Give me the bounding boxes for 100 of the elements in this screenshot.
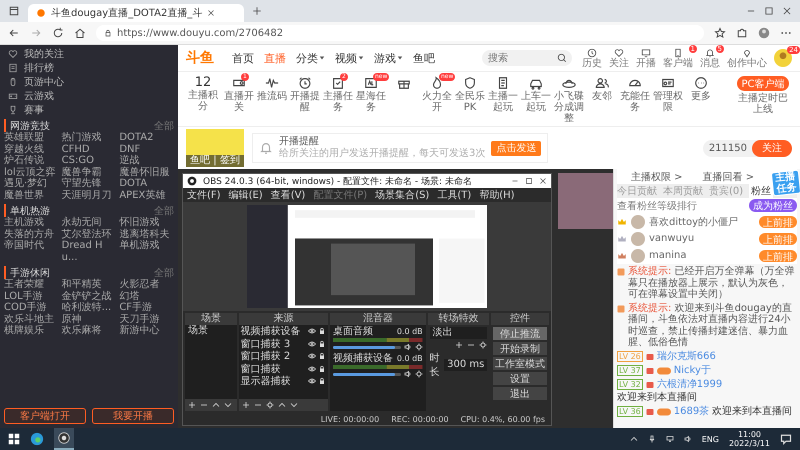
menu-item[interactable]: 工具(T) — [437, 188, 472, 202]
all-link[interactable]: 全部 — [154, 266, 174, 280]
puzzle-icon[interactable] — [736, 27, 748, 39]
tool-label[interactable]: 充能任务 — [620, 91, 650, 113]
speaker-icon[interactable] — [684, 435, 692, 443]
refresh-icon[interactable] — [52, 27, 64, 39]
obs-taskbar-item[interactable] — [54, 428, 74, 450]
category-link[interactable]: LOL手游 — [4, 290, 59, 302]
back-icon[interactable] — [8, 27, 20, 39]
tool-label[interactable]: 主播一起玩 — [488, 91, 518, 113]
browser-icon[interactable] — [30, 432, 44, 446]
chevron-down-icon[interactable] — [290, 401, 298, 409]
notification-icon[interactable] — [780, 433, 792, 445]
duration-field[interactable]: 300 ms — [444, 359, 488, 371]
alarm-clock-icon[interactable] — [298, 76, 312, 90]
category-link[interactable]: 魔兽怀旧服 — [119, 166, 174, 178]
category-link[interactable]: 帝国时代 — [4, 240, 59, 263]
tool-label[interactable]: 上车一起玩 — [520, 91, 552, 113]
category-link[interactable]: CS:GO — [62, 155, 116, 166]
start-icon[interactable] — [8, 433, 20, 445]
category-link[interactable]: lol云顶之弈 — [4, 166, 59, 178]
eye-icon[interactable] — [308, 352, 316, 360]
eye-icon[interactable] — [308, 340, 316, 348]
category-link[interactable]: 遇见·梦幻 — [4, 178, 59, 190]
control-button[interactable]: 退出 — [493, 387, 547, 400]
tool-label[interactable]: 更多 — [686, 91, 716, 102]
scene-item[interactable]: 场景 — [185, 325, 237, 337]
tool-label[interactable]: 星海任务 — [356, 91, 386, 113]
nav-link[interactable]: 首页 — [232, 50, 254, 66]
header-action[interactable]: 关注 — [609, 48, 629, 68]
browser-tab[interactable]: 斗鱼dougay直播_DOTA2直播_斗 — [28, 4, 244, 22]
sidebar-link[interactable]: 赛事 — [4, 103, 174, 116]
transition-select[interactable]: 淡出 — [430, 327, 488, 339]
header-action[interactable]: 开播 — [636, 48, 656, 68]
microphone-icon[interactable] — [648, 435, 656, 443]
menu-item[interactable]: 场景集合(S) — [375, 188, 430, 202]
speaker-icon[interactable] — [404, 343, 412, 351]
category-link[interactable]: 永劫无间 — [62, 217, 116, 228]
close-icon[interactable] — [207, 9, 216, 17]
menu-item[interactable]: 查看(V) — [270, 188, 306, 202]
waveform-icon[interactable] — [265, 76, 279, 90]
lock-icon[interactable] — [318, 340, 326, 348]
speaker-icon[interactable] — [404, 370, 412, 378]
chevron-up-icon[interactable] — [278, 401, 286, 409]
close-icon[interactable] — [782, 6, 792, 16]
category-link[interactable]: 和平精英 — [62, 279, 116, 290]
category-link[interactable]: DNF — [119, 144, 174, 155]
category-link[interactable]: 王者荣耀 — [4, 279, 59, 290]
category-link[interactable]: CFHD — [62, 144, 116, 155]
profile-icon[interactable] — [758, 27, 770, 39]
source-item[interactable]: 窗口捕获 2 — [240, 349, 306, 364]
follow-control[interactable]: 211150 关注 — [702, 140, 792, 156]
new-tab-icon[interactable] — [252, 6, 262, 16]
network-icon[interactable] — [666, 435, 674, 443]
tool-label[interactable]: 推流码 — [256, 91, 288, 102]
header-link[interactable]: 直播回看 > — [702, 170, 754, 184]
sidebar-button[interactable]: 我要开播 — [92, 408, 174, 424]
category-link[interactable]: 天刀手游 — [119, 314, 174, 325]
tab-overview-icon[interactable] — [8, 5, 20, 17]
input-language[interactable]: ENG — [702, 434, 719, 444]
category-link[interactable]: 逆战 — [119, 155, 174, 166]
category-link[interactable]: CF手游 — [119, 302, 174, 314]
category-link[interactable]: DOTA2 — [119, 132, 174, 144]
tool-label[interactable]: 小飞碟分成调整 — [554, 91, 584, 124]
category-link[interactable]: APEX英雄 — [119, 190, 174, 201]
user-name[interactable]: 六根清净1999 — [656, 378, 722, 390]
clipboard-icon[interactable] — [331, 76, 345, 90]
key-card-icon[interactable] — [661, 76, 675, 90]
star-icon[interactable] — [714, 27, 726, 39]
user-name[interactable]: 瑞尔克斯666 — [656, 350, 716, 362]
tool-label[interactable]: 直播开关 — [224, 91, 254, 113]
menu-item[interactable]: 文件(F) — [187, 188, 221, 202]
category-link[interactable]: 怀旧游戏 — [119, 217, 174, 228]
category-link[interactable]: 魔兽世界 — [4, 190, 59, 201]
category-link[interactable]: 魔兽争霸 — [62, 166, 116, 178]
join-fans-button[interactable]: 成为粉丝 — [749, 199, 797, 212]
tool-label[interactable]: 全民乐PK — [454, 91, 486, 113]
menu-item[interactable]: 编辑(E) — [228, 188, 263, 202]
category-link[interactable]: 炉石传说 — [4, 155, 59, 166]
plus-icon[interactable] — [188, 401, 196, 409]
category-link[interactable]: 哈利波特... — [62, 302, 116, 314]
header-action[interactable]: 历史 — [582, 48, 602, 68]
category-link[interactable]: 新游中心 — [119, 325, 174, 336]
follow-button[interactable]: 关注 — [752, 140, 792, 156]
all-link[interactable]: 全部 — [154, 118, 174, 132]
category-link[interactable]: 欢乐斗地主 — [4, 314, 59, 325]
control-button[interactable]: 设置 — [493, 372, 547, 385]
eye-icon[interactable] — [308, 327, 316, 336]
lock-icon[interactable] — [318, 327, 326, 336]
category-link[interactable]: 失落的方舟 — [4, 228, 59, 240]
address-field[interactable]: https://www.douyu.com/2706482 — [96, 25, 704, 41]
category-link[interactable]: 热门游戏 — [62, 132, 116, 144]
sidebar-link[interactable]: 我的关注 — [4, 47, 174, 60]
category-link[interactable]: 欢乐麻将 — [62, 325, 116, 336]
lock-icon[interactable] — [318, 377, 326, 386]
plus-icon[interactable] — [455, 341, 464, 349]
control-button[interactable]: 停止推流 — [493, 327, 547, 340]
people-icon[interactable] — [595, 76, 609, 90]
search-field[interactable]: 搜索 — [482, 50, 572, 66]
user-name[interactable]: 1689茶 — [674, 406, 710, 418]
